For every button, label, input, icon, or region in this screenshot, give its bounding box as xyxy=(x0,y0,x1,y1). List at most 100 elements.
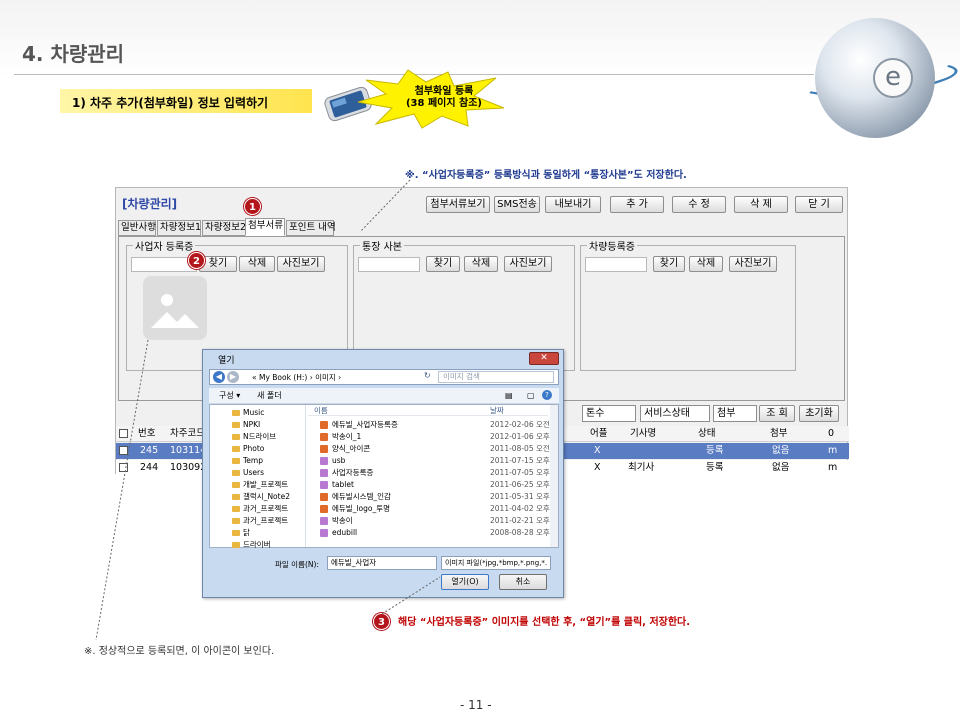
forward-arrow-icon[interactable]: ▶ xyxy=(227,371,239,383)
folder-tree-item[interactable]: 닭 xyxy=(232,527,250,539)
file-item[interactable]: 에듀빌시스템_인감 xyxy=(320,491,391,503)
folder-tree-item[interactable]: 과거_프로젝트 xyxy=(232,503,288,515)
tab-general[interactable]: 일반사항 xyxy=(118,220,156,236)
tonnage-filter[interactable]: 톤수 xyxy=(582,405,636,422)
file-date: 2011-05-31 오후 7: xyxy=(490,492,558,501)
tab-vehicle-info-1[interactable]: 차량정보1 xyxy=(157,220,201,236)
col-attach: 첨부 xyxy=(770,428,788,439)
add-button[interactable]: 추 가 xyxy=(610,196,664,213)
folder-tree-item[interactable]: 개발_프로젝트 xyxy=(232,479,288,491)
file-item[interactable]: 양식_아이콘 xyxy=(320,443,370,455)
folder-tree-item[interactable]: 과거_프로젝트 xyxy=(232,515,288,527)
folder-icon xyxy=(232,446,240,452)
sms-send-button[interactable]: SMS전송 xyxy=(494,196,540,213)
bankbook-find-button[interactable]: 찾기 xyxy=(426,256,460,272)
callout-text: 첨부화일 등록 (38 페이지 참조) xyxy=(394,86,494,110)
image-placeholder-icon[interactable] xyxy=(143,276,207,340)
folder-tree-item[interactable]: Music xyxy=(232,407,264,419)
file-date: 2011-06-25 오후 1: xyxy=(490,480,558,489)
bankbook-path-input[interactable] xyxy=(358,257,420,272)
cell-driver-code: 103114 xyxy=(170,445,207,456)
filetype-select[interactable]: 이미지 파일(*jpg,*bmp,*.png,*. xyxy=(441,556,551,570)
note-icon-visible: ※. 정상적으로 등록되면, 이 아이콘이 보인다. xyxy=(84,646,275,657)
file-item[interactable]: 박송이 xyxy=(320,515,353,527)
vertical-scrollbar[interactable] xyxy=(550,405,558,547)
edit-button[interactable]: 수 정 xyxy=(672,196,726,213)
cell-number: 245 xyxy=(140,445,159,456)
view-attachments-button[interactable]: 첨부서류보기 xyxy=(426,196,490,213)
preview-pane-icon[interactable]: ▢ xyxy=(527,388,535,403)
tab-attachments[interactable]: 첨부서류 xyxy=(245,218,285,236)
vehicle-registration-find-button[interactable]: 찾기 xyxy=(653,256,685,272)
organize-menu[interactable]: 구성 ▾ xyxy=(219,388,240,403)
delete-button[interactable]: 삭 제 xyxy=(734,196,788,213)
file-item[interactable]: 에듀빌_logo_투명 xyxy=(320,503,390,515)
business-registration-view-button[interactable]: 사진보기 xyxy=(277,256,325,272)
window-title: [차량관리] xyxy=(122,197,178,211)
folder-tree-item[interactable]: Users xyxy=(232,467,264,479)
file-name: 사업자등록증 xyxy=(332,468,374,477)
file-item[interactable]: 사업자등록증 xyxy=(320,467,373,479)
open-button[interactable]: 열기(O) xyxy=(441,574,489,590)
filename-input[interactable]: 에듀빌_사업자 xyxy=(327,556,437,570)
folder-icon xyxy=(232,434,240,440)
row-checkbox[interactable] xyxy=(119,463,128,472)
folder-tree-item[interactable]: 갤럭시_Note2 xyxy=(232,491,290,503)
search-button[interactable]: 조 회 xyxy=(759,405,795,422)
folder-tree-label: Users xyxy=(243,468,265,477)
address-path[interactable]: « My Book (H:) › 이미지 › xyxy=(252,372,341,383)
cell-driver-name: 최기사 xyxy=(628,462,655,473)
folder-tree-item[interactable]: Temp xyxy=(232,455,263,467)
export-button[interactable]: 내보내기 xyxy=(545,196,601,213)
cell-status: 등록 xyxy=(706,445,724,456)
folder-tree-item[interactable]: 드라이버 xyxy=(232,539,271,551)
refresh-icon[interactable]: ↻ xyxy=(424,371,431,380)
image-file-icon xyxy=(320,445,328,453)
folder-tree-label: 드라이버 xyxy=(243,540,271,549)
search-box[interactable]: 이미지 검색 xyxy=(438,371,554,383)
address-bar[interactable]: ◀ ▶ « My Book (H:) › 이미지 › ↻ 이미지 검색 xyxy=(209,369,559,385)
dialog-toolbar: 구성 ▾ 새 폴더 ▤ ▢ ? xyxy=(209,388,559,404)
file-item[interactable]: 에듀빌_사업자등록증 xyxy=(320,419,398,431)
back-arrow-icon[interactable]: ◀ xyxy=(213,371,225,383)
cell-extra: m xyxy=(828,445,838,456)
new-folder-button[interactable]: 새 폴더 xyxy=(257,388,282,403)
folder-tree-label: NPKI xyxy=(243,420,261,429)
select-all-checkbox[interactable] xyxy=(119,429,128,438)
file-list-header: 이름 날짜 xyxy=(308,405,548,416)
close-button[interactable]: 닫 기 xyxy=(795,196,843,213)
col-name-header[interactable]: 이름 xyxy=(314,405,328,416)
file-item[interactable]: usb xyxy=(320,455,345,467)
help-icon[interactable]: ? xyxy=(542,390,552,400)
folder-icon xyxy=(232,482,240,488)
row-checkbox[interactable] xyxy=(119,446,128,455)
view-options-icon[interactable]: ▤ xyxy=(505,388,513,403)
folder-tree-label: Photo xyxy=(243,444,265,453)
col-date-header[interactable]: 날짜 xyxy=(490,405,504,416)
folder-tree-item[interactable]: Photo xyxy=(232,443,264,455)
folder-tree-item[interactable]: NPKI xyxy=(232,419,260,431)
vehicle-registration-view-button[interactable]: 사진보기 xyxy=(729,256,777,272)
image-file-icon xyxy=(320,433,328,441)
file-item[interactable]: 박송이_1 xyxy=(320,431,361,443)
attachment-filter[interactable]: 첨부 xyxy=(713,405,757,422)
bankbook-view-button[interactable]: 사진보기 xyxy=(504,256,552,272)
vehicle-registration-path-input[interactable] xyxy=(585,257,647,272)
folder-tree-item[interactable]: N드라이브 xyxy=(232,431,276,443)
vehicle-registration-delete-button[interactable]: 삭제 xyxy=(689,256,723,272)
reset-button[interactable]: 초기화 xyxy=(799,405,839,422)
step-marker-2: 2 xyxy=(188,252,205,269)
attachment-filter-label: 첨부 xyxy=(717,408,736,419)
cancel-button[interactable]: 취소 xyxy=(499,574,547,590)
tab-vehicle-info-2[interactable]: 차량정보2 xyxy=(202,220,246,236)
tab-points[interactable]: 포인트 내역 xyxy=(286,220,336,236)
tonnage-filter-label: 톤수 xyxy=(586,408,605,419)
service-status-filter[interactable]: 서비스상태 xyxy=(640,405,710,422)
file-item[interactable]: edubill xyxy=(320,527,357,539)
file-date: 2011-07-05 오후 3: xyxy=(490,468,558,477)
file-name: 양식_아이콘 xyxy=(332,444,371,453)
dialog-close-button[interactable]: ✕ xyxy=(529,352,559,365)
file-item[interactable]: tablet xyxy=(320,479,354,491)
business-registration-delete-button[interactable]: 삭제 xyxy=(239,256,275,272)
bankbook-delete-button[interactable]: 삭제 xyxy=(464,256,498,272)
